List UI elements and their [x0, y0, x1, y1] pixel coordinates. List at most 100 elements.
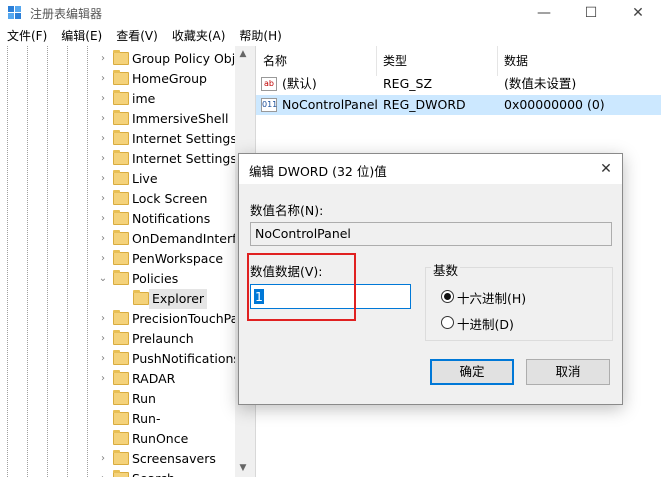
tree-item[interactable]: Explorer — [0, 289, 235, 309]
chevron-right-icon[interactable]: › — [98, 129, 108, 149]
value-name-field: NoControlPanel — [250, 222, 612, 246]
tree-item-label: Screensavers — [132, 451, 216, 466]
column-header-name[interactable]: 名称 — [263, 52, 287, 70]
tree-item-label: PrecisionTouchPa — [132, 311, 235, 326]
edit-dword-dialog: 编辑 DWORD (32 位)值 ✕ 数值名称(N): NoControlPan… — [238, 153, 623, 405]
chevron-right-icon[interactable]: › — [98, 249, 108, 269]
tree-item[interactable]: ⌄ Policies — [0, 269, 235, 289]
folder-icon — [113, 110, 129, 125]
folder-icon — [113, 430, 129, 445]
chevron-right-icon[interactable]: › — [98, 209, 108, 229]
folder-icon — [113, 90, 129, 105]
chevron-right-icon[interactable]: › — [98, 309, 108, 329]
chevron-right-icon[interactable]: › — [98, 109, 108, 129]
tree-item[interactable]: › PushNotifications — [0, 349, 235, 369]
tree-item-label: ImmersiveShell — [132, 111, 229, 126]
ok-button[interactable]: 确定 — [430, 359, 514, 385]
cancel-button[interactable]: 取消 — [526, 359, 610, 385]
radio-decimal[interactable] — [441, 316, 454, 329]
tree-item[interactable]: › Search — [0, 469, 235, 477]
chevron-right-icon[interactable]: › — [98, 89, 108, 109]
tree-item[interactable]: › Prelaunch — [0, 329, 235, 349]
tree-item-label: Explorer — [149, 289, 208, 309]
dialog-title-bar[interactable]: 编辑 DWORD (32 位)值 ✕ — [239, 154, 622, 184]
tree-item[interactable]: › Group Policy Obje — [0, 49, 235, 69]
folder-icon — [113, 170, 129, 185]
tree-item[interactable]: › Live — [0, 169, 235, 189]
radio-hex-label[interactable]: 十六进制(H) — [457, 288, 526, 307]
menu-file[interactable]: 文件(F) — [0, 26, 54, 46]
chevron-right-icon[interactable]: › — [98, 49, 108, 69]
chevron-right-icon[interactable]: › — [98, 369, 108, 389]
menu-favorites[interactable]: 收藏夹(A) — [165, 26, 233, 46]
folder-icon — [133, 290, 149, 305]
minimize-button[interactable]: — — [521, 0, 567, 26]
value-name: (默认) — [282, 76, 317, 91]
tree-item-label: Prelaunch — [132, 331, 194, 346]
tree-item-label: Notifications — [132, 211, 211, 226]
tree-item[interactable]: › RADAR — [0, 369, 235, 389]
tree-item[interactable]: › Screensavers — [0, 449, 235, 469]
tree-item[interactable]: › ImmersiveShell — [0, 109, 235, 129]
tree-item[interactable]: › PenWorkspace — [0, 249, 235, 269]
tree-item[interactable]: › HomeGroup — [0, 69, 235, 89]
column-header-data[interactable]: 数据 — [504, 52, 528, 70]
scroll-up-icon[interactable]: ▲ — [235, 46, 251, 62]
window-title: 注册表编辑器 — [30, 7, 103, 21]
value-data: (数值未设置) — [504, 76, 577, 91]
radio-hex[interactable] — [441, 290, 454, 303]
scroll-down-icon[interactable]: ▼ — [235, 460, 251, 476]
tree-item-label: PenWorkspace — [132, 251, 224, 266]
chevron-right-icon[interactable]: › — [98, 229, 108, 249]
column-divider[interactable] — [376, 46, 377, 76]
maximize-button[interactable]: ☐ — [568, 0, 614, 26]
tree-item[interactable]: › PrecisionTouchPa — [0, 309, 235, 329]
menu-edit[interactable]: 编辑(E) — [54, 26, 109, 46]
value-name: NoControlPanel — [282, 97, 378, 112]
chevron-right-icon[interactable]: › — [98, 449, 108, 469]
radio-decimal-label[interactable]: 十进制(D) — [457, 314, 514, 333]
title-bar: 注册表编辑器 — ☐ ✕ — [0, 0, 661, 26]
menu-view[interactable]: 查看(V) — [109, 26, 165, 46]
dialog-title: 编辑 DWORD (32 位)值 — [249, 164, 387, 179]
tree-item[interactable]: Run — [0, 389, 235, 409]
tree-item[interactable]: › Internet SettingsW — [0, 149, 235, 169]
binary-value-icon: 011 — [261, 98, 277, 112]
base-group-label: 基数 — [431, 260, 461, 279]
registry-tree[interactable]: › Group Policy Obje › HomeGroup › ime › Immersi… — [0, 46, 235, 477]
tree-item[interactable]: › Internet Settings — [0, 129, 235, 149]
chevron-down-icon[interactable]: ⌄ — [98, 269, 108, 289]
folder-icon — [113, 70, 129, 85]
menu-help[interactable]: 帮助(H) — [232, 26, 288, 46]
chevron-right-icon[interactable]: › — [98, 169, 108, 189]
tree-item[interactable]: › OnDemandInterfa — [0, 229, 235, 249]
close-button[interactable]: ✕ — [615, 0, 661, 26]
chevron-right-icon[interactable]: › — [98, 149, 108, 169]
folder-icon — [113, 350, 129, 365]
value-type: REG_SZ — [383, 76, 433, 91]
folder-icon — [113, 230, 129, 245]
tree-item[interactable]: RunOnce — [0, 429, 235, 449]
chevron-right-icon[interactable]: › — [98, 349, 108, 369]
value-name-label: 数值名称(N): — [250, 203, 324, 218]
chevron-right-icon[interactable]: › — [98, 469, 108, 477]
chevron-right-icon[interactable]: › — [98, 329, 108, 349]
value-row-nocontrolpanel[interactable]: 011 NoControlPanel REG_DWORD 0x00000000 … — [256, 95, 661, 115]
tree-item[interactable]: › Lock Screen — [0, 189, 235, 209]
folder-icon — [113, 330, 129, 345]
tree-item[interactable]: › Notifications — [0, 209, 235, 229]
tree-item-label: ime — [132, 91, 156, 106]
chevron-right-icon[interactable]: › — [98, 69, 108, 89]
chevron-right-icon[interactable]: › — [98, 189, 108, 209]
dialog-close-button[interactable]: ✕ — [591, 154, 621, 184]
highlight-annotation-box — [247, 253, 356, 321]
folder-icon — [113, 130, 129, 145]
tree-item[interactable]: Run- — [0, 409, 235, 429]
value-row-default[interactable]: ab (默认) REG_SZ (数值未设置) — [256, 74, 661, 94]
string-value-icon: ab — [261, 77, 277, 91]
column-header-type[interactable]: 类型 — [383, 52, 407, 70]
column-divider[interactable] — [497, 46, 498, 76]
folder-icon — [113, 470, 129, 477]
folder-icon — [113, 370, 129, 385]
tree-item[interactable]: › ime — [0, 89, 235, 109]
